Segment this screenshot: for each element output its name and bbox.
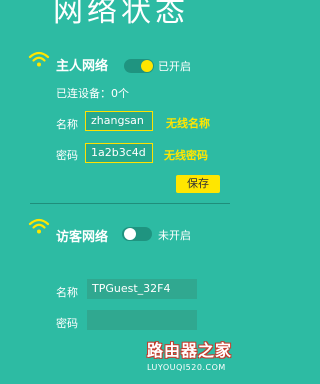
wifi-icon (28, 218, 50, 234)
wifi-icon (28, 51, 50, 67)
host-name-label: 名称 (56, 118, 78, 131)
host-network-title: 主人网络 (56, 59, 109, 74)
guest-network-title: 访客网络 (56, 230, 109, 245)
host-password-label: 密码 (56, 149, 78, 162)
host-connected-devices: 已连设备：0个 (56, 87, 129, 100)
watermark-main-text: 路由器之家 (147, 341, 233, 360)
guest-name-input[interactable]: TPGuest_32F4 (87, 279, 197, 299)
host-toggle-status: 已开启 (158, 60, 191, 73)
watermark: 路由器之家 LUYOUQI520.COM (139, 333, 242, 384)
host-name-input[interactable]: zhangsan (85, 111, 153, 131)
page-title: 网络状态 (53, 0, 189, 29)
guest-password-label: 密码 (56, 317, 78, 330)
toggle-knob (124, 228, 136, 240)
host-password-hint: 无线密码 (164, 149, 208, 162)
host-network-toggle[interactable] (124, 59, 154, 73)
guest-network-toggle[interactable] (122, 227, 152, 241)
toggle-knob (141, 60, 153, 72)
section-divider (30, 203, 230, 204)
guest-password-input[interactable] (87, 310, 197, 330)
guest-name-label: 名称 (56, 286, 78, 299)
host-password-input[interactable]: 1a2b3c4d (85, 143, 153, 163)
guest-toggle-status: 未开启 (158, 229, 191, 242)
host-name-hint: 无线名称 (166, 117, 210, 130)
save-button[interactable]: 保存 (176, 175, 220, 193)
watermark-sub-text: LUYOUQI520.COM (147, 363, 226, 372)
